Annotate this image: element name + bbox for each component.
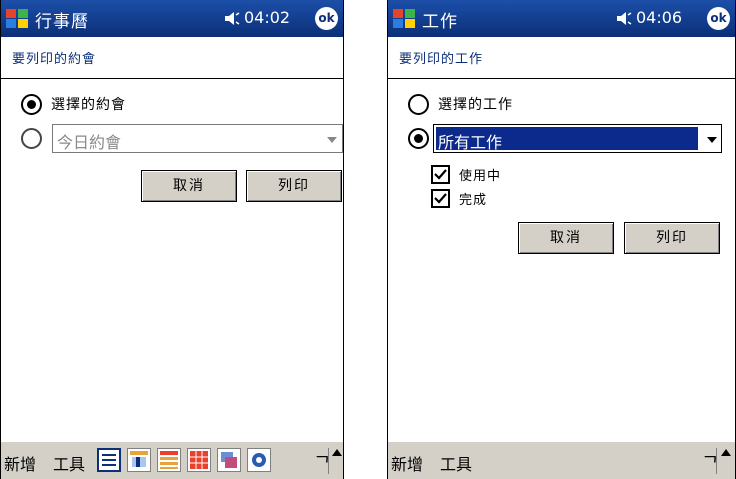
chevron-down-icon	[707, 137, 717, 143]
checkbox-completed[interactable]: 完成	[431, 188, 487, 208]
radio-selected-tasks[interactable]: 選擇的工作	[408, 92, 513, 116]
day-view-icon[interactable]	[127, 448, 151, 472]
volume-icon[interactable]	[223, 10, 241, 27]
divider	[328, 448, 329, 474]
tools-menu[interactable]: 工具	[440, 451, 472, 475]
command-bar: 新增 工具 ᄀ	[1, 441, 343, 479]
input-panel-icon[interactable]	[721, 449, 731, 456]
radio-button[interactable]	[408, 93, 429, 115]
radio-filter[interactable]	[408, 126, 429, 150]
radio-selected-appointments[interactable]: 選擇的約會	[21, 92, 126, 116]
tools-menu[interactable]: 工具	[53, 451, 85, 475]
week-view-icon[interactable]	[157, 448, 181, 472]
checkmark-icon	[434, 168, 447, 180]
checkbox-label: 完成	[459, 192, 488, 208]
checkbox[interactable]	[431, 188, 450, 208]
new-menu[interactable]: 新增	[4, 451, 36, 475]
dropdown-value: 今日約會	[57, 133, 122, 152]
title-bar: 工作 04:06 ok	[388, 0, 735, 37]
dropdown-value: 所有工作	[438, 133, 503, 152]
tasks-print-screen: 工作 04:06 ok 要列印的工作 選擇的工作 所有工作 使用中 完成 取消 …	[387, 0, 736, 479]
print-button[interactable]: 列印	[624, 222, 720, 254]
app-title: 工作	[422, 12, 458, 32]
input-panel-icon[interactable]	[332, 449, 342, 456]
clock[interactable]: 04:02	[244, 8, 290, 27]
title-bar: 行事曆 04:02 ok	[1, 0, 343, 37]
print-header: 要列印的工作	[399, 52, 484, 67]
checkbox[interactable]	[431, 164, 450, 184]
cancel-button[interactable]: 取消	[518, 222, 614, 254]
year-view-icon[interactable]	[217, 448, 241, 472]
start-menu-icon[interactable]	[392, 6, 416, 30]
divider	[388, 78, 735, 79]
calendar-print-screen: 行事曆 04:02 ok 要列印的約會 選擇的約會 今日約會 取消 列印 新增 …	[0, 0, 344, 479]
divider	[1, 78, 343, 79]
task-filter-dropdown[interactable]: 所有工作	[433, 124, 722, 153]
command-bar: 新增 工具 ᄀ	[388, 441, 735, 479]
radio-button[interactable]	[21, 127, 42, 149]
month-view-icon[interactable]	[187, 448, 211, 472]
clock[interactable]: 04:06	[636, 8, 682, 27]
cancel-button[interactable]: 取消	[141, 170, 237, 202]
checkbox-active[interactable]: 使用中	[431, 164, 501, 184]
start-menu-icon[interactable]	[5, 6, 29, 30]
ok-button[interactable]: ok	[707, 7, 730, 30]
agenda-view-icon[interactable]	[97, 448, 121, 472]
radio-range[interactable]	[21, 126, 42, 150]
new-menu[interactable]: 新增	[391, 451, 423, 475]
radio-label: 選擇的約會	[51, 97, 126, 113]
divider	[716, 448, 717, 474]
print-button[interactable]: 列印	[246, 170, 342, 202]
chevron-down-icon	[327, 137, 337, 143]
range-dropdown[interactable]: 今日約會	[52, 124, 343, 153]
checkmark-icon	[434, 192, 447, 204]
radio-label: 選擇的工作	[438, 97, 513, 113]
radio-button[interactable]	[408, 127, 429, 149]
app-title: 行事曆	[35, 12, 89, 32]
today-icon[interactable]	[247, 448, 271, 472]
print-header: 要列印的約會	[12, 52, 97, 67]
volume-icon[interactable]	[615, 10, 633, 27]
ok-button[interactable]: ok	[315, 7, 338, 30]
radio-button[interactable]	[21, 93, 42, 115]
checkbox-label: 使用中	[459, 168, 502, 184]
